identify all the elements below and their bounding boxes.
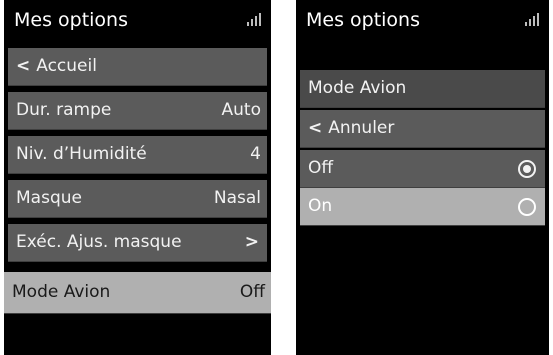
option-label: On	[308, 196, 333, 216]
title-bar: Mes options	[4, 0, 271, 40]
menu-item-humidite[interactable]: Niv. d’Humidité 4	[8, 136, 267, 174]
mode-avion-screen: Mes options Mode Avion < Annuler Off On	[296, 0, 549, 355]
menu-item-ajus-masque[interactable]: Exéc. Ajus. masque >	[8, 224, 267, 262]
signal-strength-icon	[247, 12, 261, 26]
option-off[interactable]: Off	[300, 150, 545, 188]
menu-item-label: Niv. d’Humidité	[16, 144, 147, 164]
menu-item-accueil[interactable]: < Accueil	[8, 48, 267, 86]
menu-item-label: Accueil	[36, 56, 97, 76]
section-header-mode-avion: Mode Avion	[300, 70, 545, 108]
radio-checked-icon	[518, 160, 536, 178]
menu-item-dur-rampe[interactable]: Dur. rampe Auto	[8, 92, 267, 130]
menu-item-masque[interactable]: Masque Nasal	[8, 180, 267, 218]
menu-item-value: Auto	[221, 100, 261, 120]
screen-title: Mes options	[14, 9, 128, 31]
menu-item-label: Exéc. Ajus. masque	[16, 232, 182, 252]
menu-screen-options: Mes options < Accueil Dur. rampe Auto Niv…	[4, 0, 271, 355]
menu-item-value: Off	[239, 282, 265, 302]
menu-item-label: Masque	[16, 188, 82, 208]
chevron-left-icon: <	[308, 118, 323, 138]
option-on[interactable]: On	[300, 188, 545, 226]
option-label: Off	[308, 158, 334, 178]
chevron-right-icon: >	[244, 232, 259, 252]
title-bar: Mes options	[296, 0, 549, 40]
menu-item-value: 4	[250, 144, 261, 164]
menu-item-mode-avion[interactable]: Mode Avion Off	[4, 272, 271, 314]
radio-unchecked-icon	[518, 198, 536, 216]
chevron-left-icon: <	[16, 56, 31, 76]
menu-item-label: Mode Avion	[12, 282, 111, 302]
menu-item-label: Dur. rampe	[16, 100, 112, 120]
cancel-button[interactable]: < Annuler	[300, 110, 545, 148]
cancel-label: Annuler	[328, 118, 395, 138]
screen-title: Mes options	[306, 9, 420, 31]
section-title: Mode Avion	[308, 78, 407, 98]
signal-strength-icon	[525, 12, 539, 26]
menu-item-value: Nasal	[213, 188, 261, 208]
